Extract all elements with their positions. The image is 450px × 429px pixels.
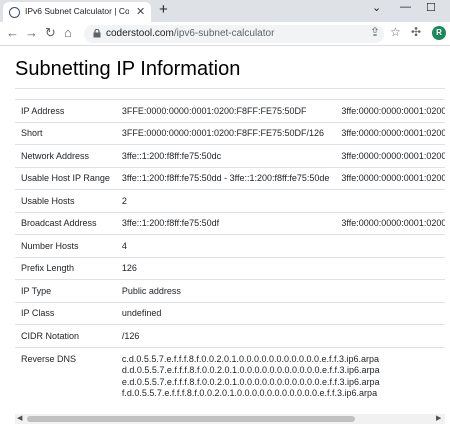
table-cell-extra xyxy=(335,234,445,257)
home-icon[interactable]: ⌂ xyxy=(64,25,72,40)
table-cell-extra xyxy=(335,189,445,212)
table-cell-value: 3ffe::1:200:f8ff:fe75:50df xyxy=(115,211,336,235)
table-row: Usable Hosts 2 xyxy=(15,189,445,212)
table-cell-label: Reverse DNS xyxy=(15,346,116,402)
new-tab-button[interactable]: + xyxy=(159,1,168,18)
table-row-reverse-dns: Reverse DNS c.d.0.5.5.7.e.f.f.f.8.f.0.0.2… xyxy=(15,346,445,402)
table-row: CIDR Notation/126 xyxy=(15,324,445,347)
share-icon[interactable]: ⇪ xyxy=(370,25,380,39)
table-cell-extra: 3ffe:0000:0000:0001:0200 xyxy=(335,166,445,190)
page-title: Subnetting IP Information xyxy=(15,58,241,80)
browser-tab[interactable]: IPv6 Subnet Calculator | CodersT ✕ xyxy=(3,2,151,22)
table-cell-label: CIDR Notation xyxy=(15,324,116,347)
tab-search-icon[interactable]: ⌄ xyxy=(372,1,381,14)
table-row: Network Address 3ffe::1:200:f8ff:fe75:50d… xyxy=(15,144,445,167)
forward-icon[interactable]: → xyxy=(25,25,38,40)
url-host: coderstool.com xyxy=(106,28,174,39)
close-tab-icon[interactable]: ✕ xyxy=(136,5,145,18)
table-cell-extra: 3ffe:0000:0000:0001:0200 xyxy=(335,211,445,235)
reverse-dns-entry: e.d.0.5.5.7.e.f.f.f.8.f.0.0.2.0.1.0.0.0.… xyxy=(121,376,380,387)
lock-icon xyxy=(93,29,101,38)
url-path: /ipv6-subnet-calculator xyxy=(173,28,275,39)
table-cell-extra: 3ffe:0000:0000:0001:0200 xyxy=(335,99,445,122)
browser-toolbar: ← → ↻ ⌂ coderstool.com/ipv6-subnet-calcu… xyxy=(0,22,450,46)
reverse-dns-entry: f.d.0.5.5.7.e.f.f.f.8.f.0.0.2.0.1.0.0.0.… xyxy=(121,388,378,399)
subnet-info-table-container[interactable]: IP Address 3FFE:0000:0000:0001:0200:F8FF:… xyxy=(15,88,445,414)
table-cell-label: IP Type xyxy=(15,279,116,302)
reverse-dns-list: c.d.0.5.5.7.e.f.f.f.8.f.0.0.2.0.1.0.0.0.… xyxy=(115,346,445,402)
table-cell-label: IP Address xyxy=(15,99,116,122)
table-row: IP Address 3FFE:0000:0000:0001:0200:F8FF:… xyxy=(15,99,445,122)
table-cell-value: undefined xyxy=(115,301,336,325)
table-cell-label: Broadcast Address xyxy=(15,211,116,235)
table-cell-label: Network Address xyxy=(15,144,116,167)
back-icon[interactable]: ← xyxy=(6,25,19,40)
table-cell-extra xyxy=(335,256,445,280)
table-row: Short 3FFE:0000:0000:0001:0200:F8FF:FE75:… xyxy=(15,121,445,145)
reverse-dns-entry: c.d.0.5.5.7.e.f.f.f.8.f.0.0.2.0.1.0.0.0.… xyxy=(121,353,380,364)
page-content: Subnetting IP Information IP Address 3FFE… xyxy=(0,47,450,429)
tab-title: IPv6 Subnet Calculator | CodersT xyxy=(25,6,129,16)
globe-icon xyxy=(9,7,20,18)
horizontal-scrollbar[interactable]: ◀ ▶ xyxy=(15,414,445,424)
table-cell-value: Public address xyxy=(115,279,336,302)
address-bar[interactable]: coderstool.com/ipv6-subnet-calculator xyxy=(84,25,384,43)
scroll-left-arrow[interactable]: ◀ xyxy=(17,414,22,424)
table-row: Broadcast Address 3ffe::1:200:f8ff:fe75:5… xyxy=(15,211,445,235)
table-cell-value: /126 xyxy=(115,324,336,347)
table-cell-extra xyxy=(335,324,445,347)
table-cell-value: 3FFE:0000:0000:0001:0200:F8FF:FE75:50DF xyxy=(115,99,336,122)
table-cell-value: 3ffe::1:200:f8ff:fe75:50dc xyxy=(115,144,336,167)
table-cell-label: Number Hosts xyxy=(15,234,116,257)
table-cell-value: 3FFE:0000:0000:0001:0200:F8FF:FE75:50DF/… xyxy=(115,121,336,145)
table-row: Prefix Length 126 xyxy=(15,256,445,280)
table-cell-value: 3ffe::1:200:f8ff:fe75:50dd - 3ffe::1:200… xyxy=(115,166,336,190)
table-cell-extra: 3ffe:0000:0000:0001:0200 xyxy=(335,121,445,145)
table-header-row xyxy=(15,88,445,100)
extensions-icon[interactable]: ✣ xyxy=(411,25,421,39)
tab-strip: IPv6 Subnet Calculator | CodersT ✕ + ⌄ —… xyxy=(0,0,450,22)
table-row: IP Class undefined xyxy=(15,301,445,325)
maximize-button[interactable]: ☐ xyxy=(426,1,436,14)
table-row: IP Type Public address xyxy=(15,279,445,302)
reload-icon[interactable]: ↻ xyxy=(45,25,56,41)
table-row: Usable Host IP Range 3ffe::1:200:f8ff:fe7… xyxy=(15,166,445,190)
table-cell-value: 2 xyxy=(115,189,336,212)
table-cell-extra: 3ffe:0000:0000:0001:0200 xyxy=(335,144,445,167)
minimize-button[interactable]: — xyxy=(400,1,411,13)
table-cell-label: Short xyxy=(15,121,116,145)
table-cell-value: 4 xyxy=(115,234,336,257)
table-cell-label: Prefix Length xyxy=(15,256,116,280)
url-text[interactable]: coderstool.com/ipv6-subnet-calculator xyxy=(106,28,274,39)
scrollbar-thumb[interactable] xyxy=(27,416,355,422)
table-cell-value: 126 xyxy=(115,256,336,280)
reverse-dns-entry: d.d.0.5.5.7.e.f.f.f.8.f.0.0.2.0.1.0.0.0.… xyxy=(121,365,380,376)
table-row: Number Hosts 4 xyxy=(15,234,445,257)
scroll-right-arrow[interactable]: ▶ xyxy=(436,414,441,424)
table-cell-extra xyxy=(335,279,445,302)
avatar[interactable]: R xyxy=(432,26,446,40)
table-cell-extra xyxy=(335,301,445,325)
table-cell-label: Usable Host IP Range xyxy=(15,166,116,190)
table-cell-label: Usable Hosts xyxy=(15,189,116,212)
star-icon[interactable]: ☆ xyxy=(390,25,401,39)
table-cell-label: IP Class xyxy=(15,301,116,325)
subnet-info-table: IP Address 3FFE:0000:0000:0001:0200:F8FF:… xyxy=(15,88,445,402)
